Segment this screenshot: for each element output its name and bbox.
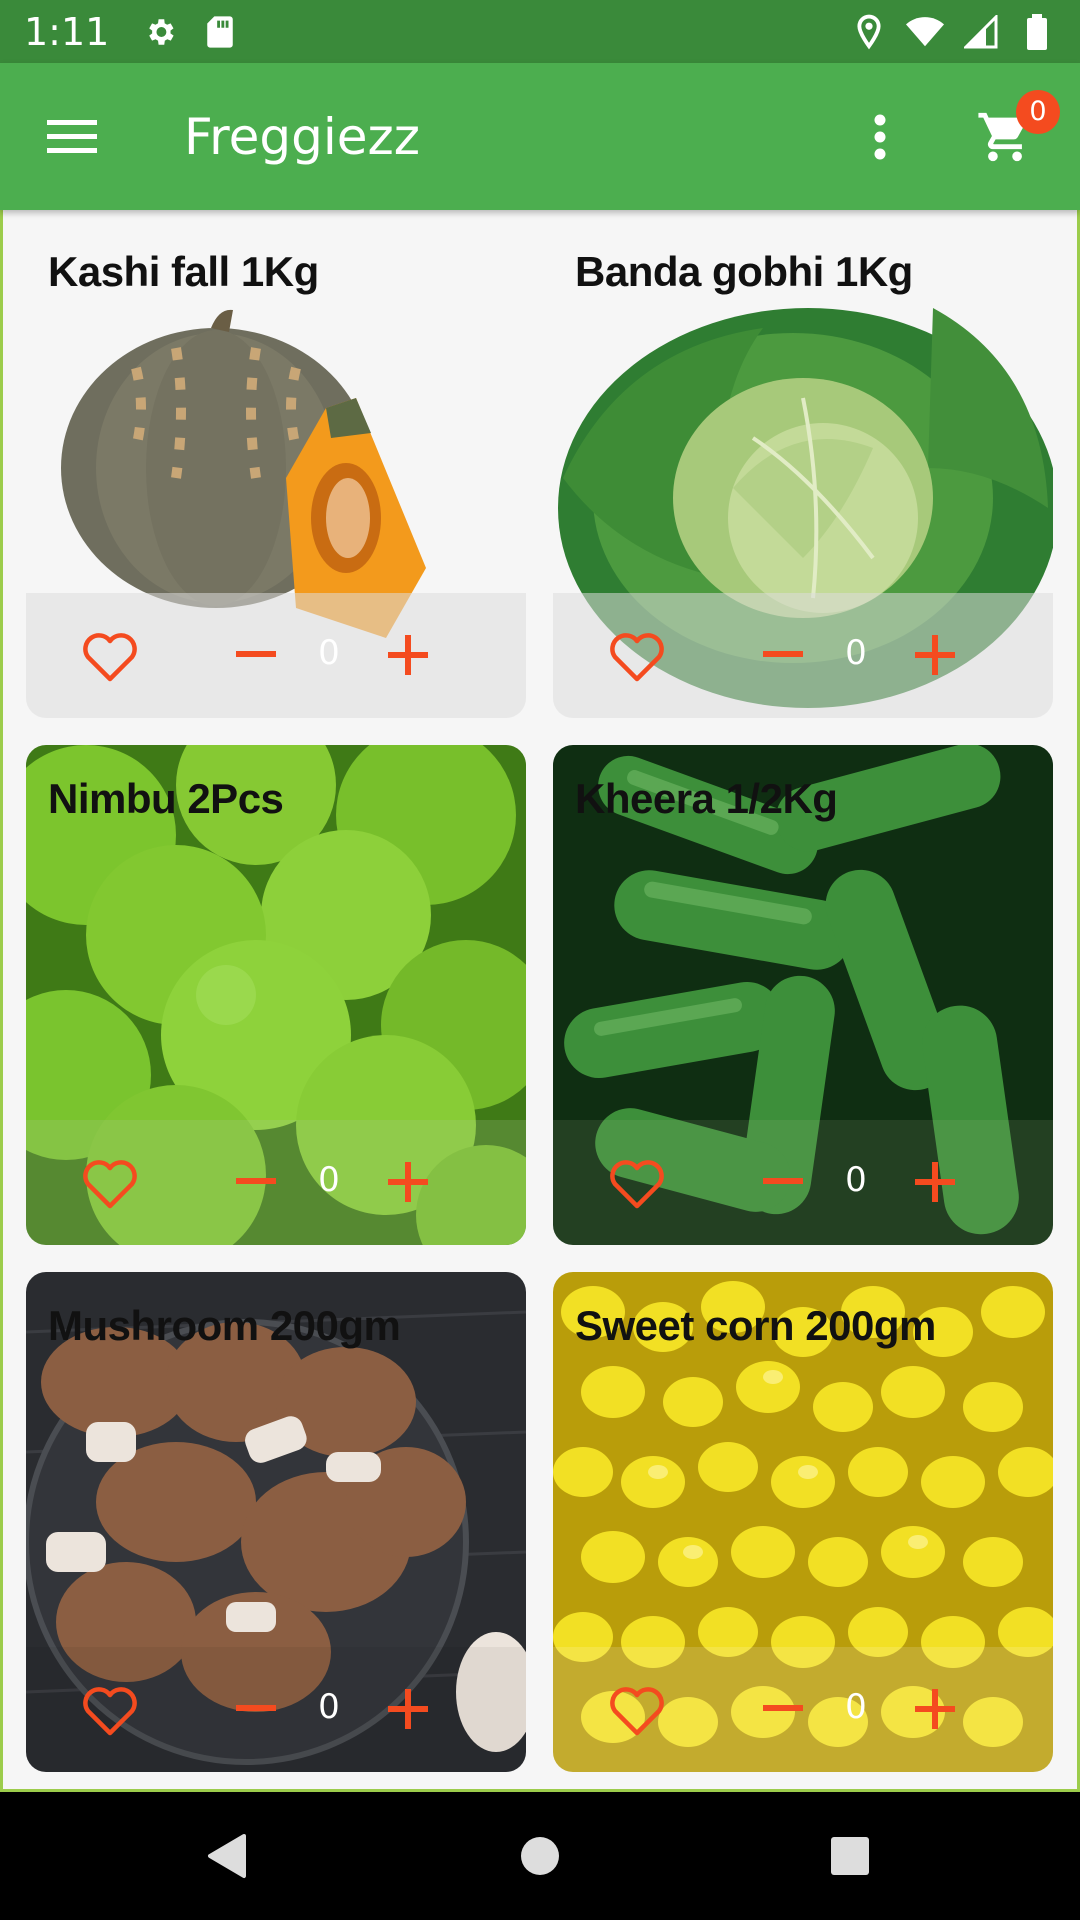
favorite-icon[interactable]	[82, 631, 138, 683]
status-time: 1:11	[24, 9, 110, 54]
navigation-bar	[0, 1792, 1080, 1920]
recent-apps-button[interactable]	[810, 1816, 890, 1896]
favorite-icon[interactable]	[82, 1158, 138, 1210]
status-bar: 1:11	[0, 0, 1080, 63]
decrease-quantity-icon[interactable]	[763, 1705, 803, 1711]
quantity-value: 0	[318, 1160, 340, 1200]
quantity-value: 0	[845, 633, 867, 673]
decrease-quantity-icon[interactable]	[236, 1178, 276, 1184]
product-card[interactable]: Banda gobhi 1Kg 0	[553, 218, 1053, 718]
decrease-quantity-icon[interactable]	[763, 651, 803, 657]
quantity-value: 0	[845, 1160, 867, 1200]
product-name: Banda gobhi 1Kg	[575, 248, 913, 295]
location-icon	[850, 13, 888, 51]
product-name: Kashi fall 1Kg	[48, 248, 319, 295]
favorite-icon[interactable]	[609, 631, 665, 683]
cart-count-badge: 0	[1016, 89, 1060, 134]
app-bar: Freggiezz 0	[0, 63, 1080, 210]
more-vert-icon	[874, 114, 886, 159]
card-actions: 0	[26, 1647, 526, 1772]
product-name: Mushroom 200gm	[48, 1302, 401, 1349]
card-actions: 0	[553, 1647, 1053, 1772]
increase-quantity-icon[interactable]	[388, 635, 428, 675]
gear-icon	[141, 13, 179, 51]
menu-button[interactable]	[36, 100, 110, 174]
product-card[interactable]: Kheera 1/2Kg 0	[553, 745, 1053, 1245]
quantity-value: 0	[318, 1687, 340, 1727]
card-actions: 0	[26, 1120, 526, 1245]
increase-quantity-icon[interactable]	[388, 1162, 428, 1202]
more-options-button[interactable]	[850, 97, 910, 177]
product-card[interactable]: Mushroom 200gm 0	[26, 1272, 526, 1772]
signal-icon	[962, 13, 1000, 51]
quantity-value: 0	[318, 633, 340, 673]
home-button[interactable]	[500, 1816, 580, 1896]
increase-quantity-icon[interactable]	[915, 635, 955, 675]
product-card[interactable]: Sweet corn 200gm 0	[553, 1272, 1053, 1772]
favorite-icon[interactable]	[609, 1158, 665, 1210]
quantity-value: 0	[845, 1687, 867, 1727]
increase-quantity-icon[interactable]	[915, 1162, 955, 1202]
increase-quantity-icon[interactable]	[388, 1689, 428, 1729]
product-list: Kashi fall 1Kg 0 Banda gobhi 1Kg 0 Nimbu…	[0, 210, 1080, 1792]
card-actions: 0	[553, 593, 1053, 718]
card-actions: 0	[553, 1120, 1053, 1245]
product-name: Sweet corn 200gm	[575, 1302, 936, 1349]
decrease-quantity-icon[interactable]	[763, 1178, 803, 1184]
favorite-icon[interactable]	[609, 1685, 665, 1737]
product-name: Kheera 1/2Kg	[575, 775, 838, 822]
battery-icon	[1018, 13, 1056, 51]
wifi-icon	[906, 13, 944, 51]
product-name: Nimbu 2Pcs	[48, 775, 284, 822]
home-icon	[521, 1837, 559, 1875]
back-icon	[208, 1834, 246, 1878]
product-card[interactable]: Kashi fall 1Kg 0	[26, 218, 526, 718]
decrease-quantity-icon[interactable]	[236, 651, 276, 657]
cart-button[interactable]: 0	[960, 89, 1060, 182]
back-button[interactable]	[186, 1816, 266, 1896]
recent-apps-icon	[831, 1837, 869, 1875]
app-title: Freggiezz	[184, 107, 420, 166]
sd-card-icon	[201, 13, 239, 51]
favorite-icon[interactable]	[82, 1685, 138, 1737]
decrease-quantity-icon[interactable]	[236, 1705, 276, 1711]
menu-icon	[47, 119, 97, 153]
product-card[interactable]: Nimbu 2Pcs 0	[26, 745, 526, 1245]
increase-quantity-icon[interactable]	[915, 1689, 955, 1729]
card-actions: 0	[26, 593, 526, 718]
